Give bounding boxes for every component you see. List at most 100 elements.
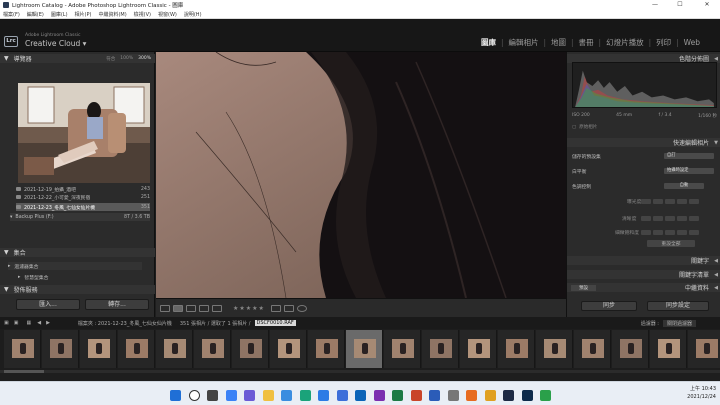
- menu-window[interactable]: 視窗(W): [158, 11, 177, 18]
- rating-stars[interactable]: ★★★★★: [233, 305, 265, 312]
- filmstrip-thumb[interactable]: [688, 330, 720, 368]
- file-explorer-icon[interactable]: [262, 390, 274, 401]
- photos-icon[interactable]: [281, 390, 292, 401]
- outlook-icon[interactable]: [355, 390, 366, 401]
- survey-view-icon[interactable]: [199, 304, 209, 312]
- source-path[interactable]: 檔案夾 : 2021-12-23_冬風_七仙女仙片機: [78, 320, 172, 327]
- filmstrip-thumb[interactable]: [118, 330, 155, 368]
- publish-services-header[interactable]: ▼ 發佈服務: [0, 285, 155, 294]
- original-photo-toggle[interactable]: ▢ 原始相片: [572, 123, 714, 131]
- settings-icon[interactable]: [447, 390, 459, 401]
- search-icon[interactable]: [188, 390, 200, 401]
- back-arrow-icon[interactable]: ◀: [37, 320, 41, 326]
- filmstrip-thumb[interactable]: [574, 330, 611, 368]
- loupe-view[interactable]: [156, 52, 566, 298]
- menu-file[interactable]: 檔案(F): [3, 11, 20, 18]
- menu-metadata[interactable]: 中繼資料(M): [98, 11, 126, 18]
- rotate-right-icon[interactable]: [283, 304, 294, 312]
- folder-item[interactable]: 2021-12-22_小可愛_深夜民宿 251: [16, 193, 150, 201]
- white-balance-select[interactable]: 拍攝時設定: [664, 168, 714, 174]
- filmstrip-thumb[interactable]: [536, 330, 573, 368]
- collection-filter-set[interactable]: ▸ 過濾器集合: [8, 262, 142, 270]
- filmstrip-thumb[interactable]: [384, 330, 421, 368]
- filmstrip-thumb[interactable]: [156, 330, 193, 368]
- widgets-icon[interactable]: [225, 390, 237, 401]
- forward-arrow-icon[interactable]: ▶: [46, 320, 50, 326]
- filter-select[interactable]: 關閉過濾器: [662, 319, 696, 327]
- excel-icon[interactable]: [392, 390, 403, 401]
- quick-develop-header[interactable]: 快速編輯相片 ▼: [567, 138, 720, 147]
- screen1-icon[interactable]: ▣: [4, 320, 9, 326]
- filmstrip[interactable]: [0, 329, 720, 370]
- exposure-buttons[interactable]: [639, 199, 699, 204]
- folder-item[interactable]: 2021-12-19_拍攝_酒吧 243: [16, 185, 150, 193]
- filmstrip-scrollbar[interactable]: [0, 370, 720, 373]
- grid-view-icon[interactable]: [160, 304, 170, 312]
- chrome-icon[interactable]: [484, 390, 496, 401]
- folder-item-selected[interactable]: 2021-12-23_冬風_七仙女仙片機 351: [16, 203, 150, 211]
- volume-item[interactable]: ▾ Backup Plus (F:) 8T / 3.6 TB: [10, 213, 150, 221]
- import-button[interactable]: 匯入...: [16, 299, 80, 310]
- filmstrip-thumb[interactable]: [270, 330, 307, 368]
- metadata-preset-select[interactable]: 預設: [571, 284, 596, 291]
- task-view-icon[interactable]: [207, 390, 218, 401]
- chat-icon[interactable]: [244, 390, 255, 401]
- filmstrip-thumb[interactable]: [194, 330, 231, 368]
- powerpoint-icon[interactable]: [410, 390, 422, 401]
- people-view-icon[interactable]: [212, 304, 222, 312]
- navigator-zoom-100[interactable]: 100%: [120, 56, 133, 61]
- filmstrip-thumb[interactable]: [4, 330, 41, 368]
- onenote-icon[interactable]: [373, 390, 385, 401]
- auto-tone-button[interactable]: 自動: [664, 183, 704, 189]
- collection-smart[interactable]: ▸ 智慧型集合: [18, 273, 152, 281]
- edge-icon[interactable]: [299, 390, 311, 401]
- filmstrip-thumb[interactable]: [80, 330, 117, 368]
- photoshop-icon[interactable]: [521, 390, 533, 401]
- keyword-list-header[interactable]: 關鍵字清單 ◀: [567, 270, 720, 279]
- lightroom-icon[interactable]: [503, 390, 514, 401]
- export-button[interactable]: 轉存...: [85, 299, 149, 310]
- filmstrip-thumb[interactable]: [232, 330, 269, 368]
- menu-library[interactable]: 圖庫(L): [51, 11, 68, 18]
- sync-settings-button[interactable]: 同步設定: [647, 301, 709, 311]
- app-icon[interactable]: [540, 390, 551, 401]
- menu-photo[interactable]: 相片(P): [75, 11, 92, 18]
- menu-view[interactable]: 檢視(V): [134, 11, 151, 18]
- filmstrip-thumb[interactable]: [42, 330, 79, 368]
- firefox-icon[interactable]: [466, 390, 477, 401]
- module-map[interactable]: 地圖: [551, 37, 566, 48]
- navigator-zoom-300[interactable]: 300%: [138, 56, 151, 61]
- system-clock[interactable]: 上午 10:43 2021/12/24: [687, 385, 716, 401]
- filmstrip-thumb[interactable]: [612, 330, 649, 368]
- module-develop[interactable]: 編輯相片: [508, 37, 538, 48]
- store-icon[interactable]: [318, 390, 329, 401]
- close-button[interactable]: ✕: [696, 0, 718, 10]
- filmstrip-thumb[interactable]: [498, 330, 535, 368]
- minimize-button[interactable]: —: [644, 0, 666, 10]
- word-icon[interactable]: [429, 390, 440, 401]
- windows-start-icon[interactable]: [170, 390, 181, 401]
- creative-cloud-label[interactable]: Creative Cloud ▾: [25, 39, 86, 48]
- menu-edit[interactable]: 編輯(E): [27, 11, 44, 18]
- menu-help[interactable]: 說明(H): [184, 11, 202, 18]
- navigator-preview[interactable]: [18, 83, 150, 183]
- module-book[interactable]: 書冊: [579, 37, 594, 48]
- filmstrip-thumb[interactable]: [422, 330, 459, 368]
- module-slideshow[interactable]: 幻燈片播放: [606, 37, 644, 48]
- sync-button[interactable]: 同步: [581, 301, 637, 311]
- mail-icon[interactable]: [336, 390, 348, 401]
- navigator-header[interactable]: ▼ 導覽器 符合 100% 300%: [0, 54, 155, 63]
- metadata-header[interactable]: 預設 中繼資料 ◀: [567, 283, 720, 292]
- filmstrip-thumb[interactable]: [650, 330, 687, 368]
- module-library[interactable]: 圖庫: [481, 37, 496, 48]
- loupe-view-icon[interactable]: [173, 304, 183, 312]
- rotate-left-icon[interactable]: [270, 304, 281, 312]
- module-print[interactable]: 列印: [656, 37, 671, 48]
- collections-header[interactable]: ▼ 集合: [0, 248, 155, 257]
- keywording-header[interactable]: 關鍵字 ◀: [567, 256, 720, 265]
- filmstrip-thumb-selected[interactable]: [346, 330, 383, 368]
- module-web[interactable]: Web: [684, 38, 700, 47]
- preset-select[interactable]: 自訂: [664, 153, 714, 159]
- vibrance-buttons[interactable]: [639, 230, 699, 235]
- clarity-buttons[interactable]: [639, 216, 699, 221]
